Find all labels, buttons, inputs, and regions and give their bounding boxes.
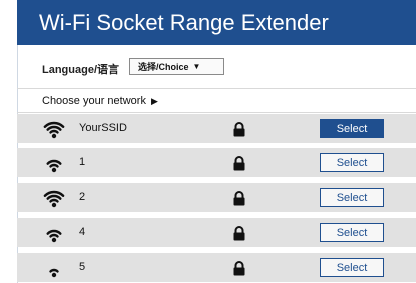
select-network-button[interactable]: Select xyxy=(320,119,384,138)
network-ssid: 4 xyxy=(79,226,86,238)
network-ssid: 1 xyxy=(79,156,86,168)
network-ssid: YourSSID xyxy=(79,122,127,134)
language-row: Language/语言 选择/Choice ▼ xyxy=(17,45,416,89)
app-header: Wi-Fi Socket Range Extender xyxy=(17,0,416,45)
lock-icon xyxy=(231,190,247,206)
choose-network-label: Choose your network ▶ xyxy=(42,95,158,107)
network-row: 5 Select xyxy=(17,253,416,282)
lock-icon xyxy=(231,225,247,241)
network-row: 1 Select xyxy=(17,148,416,177)
language-select[interactable]: 选择/Choice ▼ xyxy=(129,58,224,75)
page-title: Wi-Fi Socket Range Extender xyxy=(39,10,329,35)
network-row: 4 Select xyxy=(17,218,416,247)
lock-icon xyxy=(231,260,247,276)
lock-icon xyxy=(231,155,247,171)
select-network-button[interactable]: Select xyxy=(320,188,384,207)
select-network-button[interactable]: Select xyxy=(320,223,384,242)
network-ssid: 2 xyxy=(79,191,86,203)
triangle-right-icon: ▶ xyxy=(150,96,158,106)
network-row: YourSSID Select xyxy=(17,114,416,143)
select-network-button[interactable]: Select xyxy=(320,258,384,277)
choose-network-row[interactable]: Choose your network ▶ xyxy=(17,89,416,113)
select-network-button[interactable]: Select xyxy=(320,153,384,172)
language-label: Language/语言 xyxy=(42,64,120,76)
network-ssid: 5 xyxy=(79,261,86,273)
wifi-icon xyxy=(43,258,65,278)
wifi-icon xyxy=(43,223,65,243)
network-row: 2 Select xyxy=(17,183,416,212)
lock-icon xyxy=(231,121,247,137)
wifi-icon xyxy=(43,119,65,139)
language-select-value: 选择/Choice xyxy=(138,62,189,72)
triangle-down-icon: ▼ xyxy=(192,62,201,71)
wifi-icon xyxy=(43,188,65,208)
wifi-icon xyxy=(43,153,65,173)
